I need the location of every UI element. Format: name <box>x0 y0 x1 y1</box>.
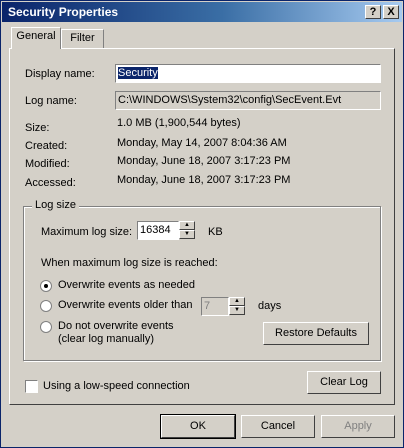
title-bar[interactable]: Security Properties ? X <box>2 2 402 22</box>
do-not-overwrite-radio[interactable] <box>40 321 52 333</box>
low-speed-checkbox[interactable] <box>25 380 38 393</box>
overwrite-older-than-label[interactable]: Overwrite events older than <box>58 299 193 311</box>
help-button[interactable]: ? <box>365 5 381 19</box>
display-name-field[interactable]: Security <box>115 64 381 83</box>
max-log-size-label: Maximum log size: <box>41 226 133 238</box>
max-log-size-input[interactable]: 16384 <box>137 221 179 240</box>
overwrite-as-needed-label[interactable]: Overwrite events as needed <box>58 279 195 291</box>
display-name-label: Display name: <box>25 68 95 80</box>
close-button[interactable]: X <box>383 5 399 19</box>
log-name-field[interactable]: C:\WINDOWS\System32\config\SecEvent.Evt <box>115 91 381 110</box>
apply-button[interactable]: Apply <box>321 415 395 438</box>
log-name-label: Log name: <box>25 95 77 107</box>
created-label: Created: <box>25 140 68 152</box>
spin-up-icon[interactable]: ▲ <box>229 297 245 306</box>
spin-up-icon[interactable]: ▲ <box>179 221 195 230</box>
clear-log-button[interactable]: Clear Log <box>307 371 381 394</box>
low-speed-label[interactable]: Using a low-speed connection <box>43 380 190 392</box>
overwrite-as-needed-radio[interactable] <box>40 280 52 292</box>
restore-defaults-button[interactable]: Restore Defaults <box>263 322 369 345</box>
tab-filter[interactable]: Filter <box>61 29 104 48</box>
spin-down-icon[interactable]: ▼ <box>179 230 195 239</box>
days-input[interactable]: 7 <box>201 297 229 316</box>
spin-down-icon[interactable]: ▼ <box>229 306 245 315</box>
accessed-value: Monday, June 18, 2007 3:17:23 PM <box>117 174 291 186</box>
days-unit: days <box>258 300 282 312</box>
do-not-overwrite-sublabel: (clear log manually) <box>58 333 154 345</box>
accessed-label: Accessed: <box>25 177 76 189</box>
days-spinner[interactable]: ▲ ▼ <box>229 297 245 316</box>
ok-button[interactable]: OK <box>160 414 236 439</box>
overwrite-older-than-radio[interactable] <box>40 300 52 312</box>
do-not-overwrite-label[interactable]: Do not overwrite events <box>58 320 174 332</box>
modified-value: Monday, June 18, 2007 3:17:23 PM <box>117 155 291 167</box>
modified-label: Modified: <box>25 158 70 170</box>
window-title: Security Properties <box>8 5 119 19</box>
size-label: Size: <box>25 122 50 134</box>
max-log-size-unit: KB <box>208 226 223 238</box>
tab-general[interactable]: General <box>11 27 61 49</box>
display-name-value: Security <box>118 67 158 79</box>
created-value: Monday, May 14, 2007 8:04:36 AM <box>117 137 287 149</box>
properties-dialog: Security Properties ? X General Filter D… <box>0 0 404 448</box>
cancel-button[interactable]: Cancel <box>241 415 315 438</box>
when-max-label: When maximum log size is reached: <box>41 257 218 269</box>
size-value: 1.0 MB (1,900,544 bytes) <box>117 117 241 129</box>
max-log-size-spinner[interactable]: ▲ ▼ <box>179 221 195 240</box>
log-size-legend: Log size <box>32 199 79 211</box>
